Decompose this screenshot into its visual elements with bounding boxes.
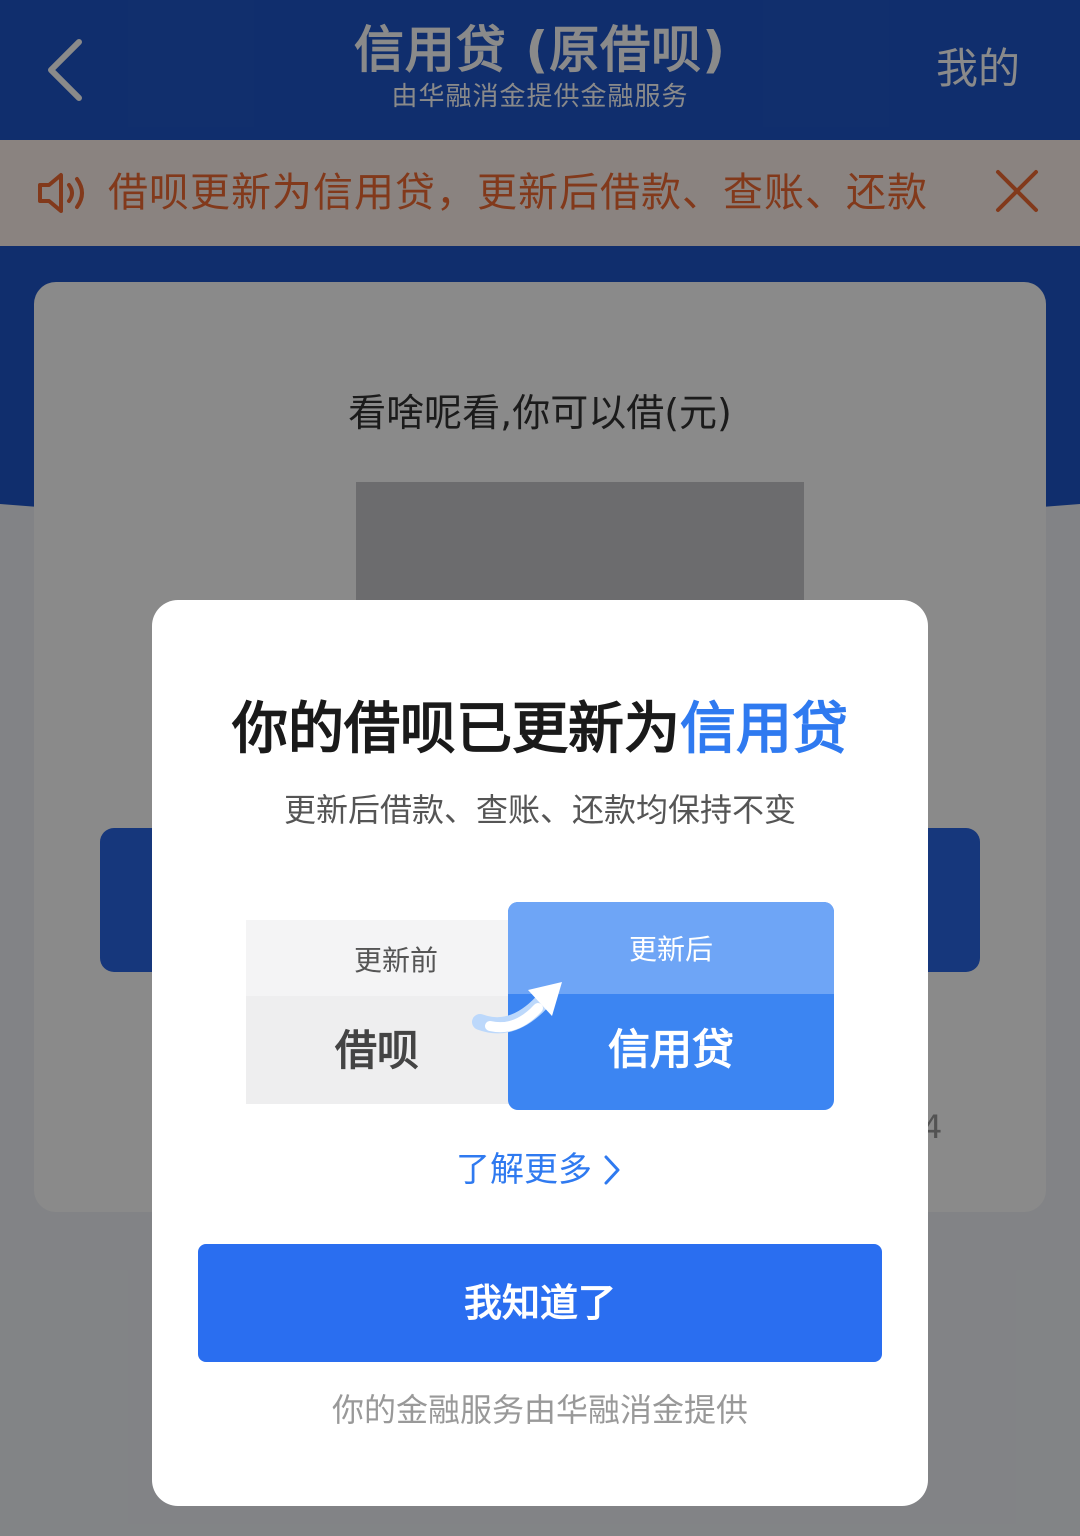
- dialog-title: 你的借呗已更新为信用贷: [152, 692, 928, 768]
- dialog-title-highlight: 信用贷: [680, 697, 848, 762]
- dialog-subtitle: 更新后借款、查账、还款均保持不变: [283, 791, 796, 829]
- chevron-right-icon: [604, 1155, 620, 1184]
- learn-more-label: 了解更多: [456, 1149, 592, 1190]
- update-dialog: 你的借呗已更新为信用贷 更新后借款、查账、还款均保持不变 更新前 借呗 更新后 …: [152, 600, 928, 1506]
- curved-arrow-icon: [472, 982, 562, 1034]
- learn-more-link[interactable]: 了解更多: [152, 1146, 928, 1192]
- dialog-footer: 你的金融服务由华融消金提供: [331, 1391, 748, 1429]
- before-update-value: 借呗: [334, 1026, 419, 1075]
- confirm-button[interactable]: 我知道了: [198, 1244, 882, 1362]
- dialog-title-prefix: 你的借呗已更新为: [232, 697, 680, 762]
